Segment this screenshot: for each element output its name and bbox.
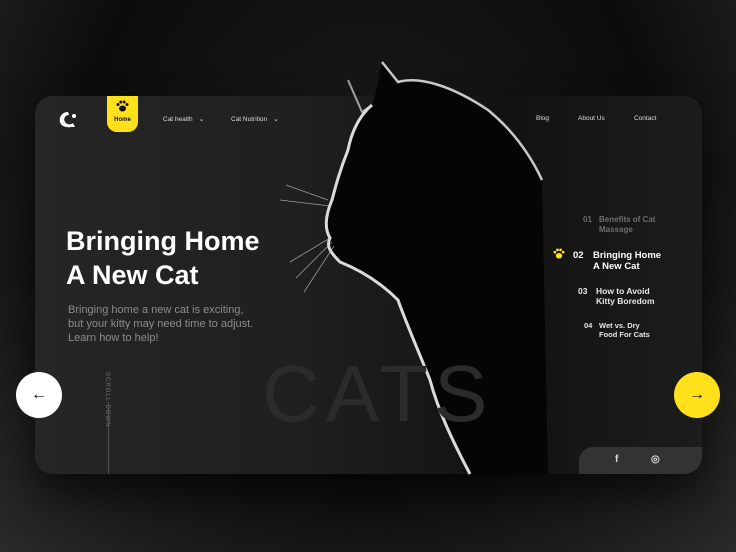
article-number: 03: [578, 286, 588, 296]
cat-logo-icon[interactable]: [57, 110, 79, 130]
nav-cat-nutrition[interactable]: Cat Nutrition ⌄: [231, 115, 279, 123]
instagram-icon[interactable]: ◎: [651, 454, 660, 465]
nav-cat-health[interactable]: Cat health ⌄: [163, 115, 205, 123]
article-title: Bringing Home A New Cat: [593, 250, 662, 272]
article-number: 02: [573, 250, 584, 261]
page-title: Bringing Home A New Cat: [66, 224, 326, 292]
arrow-right-icon: →: [689, 386, 705, 403]
title-line-1: Bringing Home: [66, 226, 260, 256]
nav-about[interactable]: About Us: [578, 115, 605, 122]
hero-subtitle: Bringing home a new cat is exciting, but…: [68, 303, 278, 345]
arrow-left-icon: ←: [31, 386, 47, 403]
background-word: CATS: [262, 349, 494, 438]
article-number: 04: [584, 321, 593, 330]
subtitle-line-2: but your kitty may need time to adjust.: [68, 318, 254, 330]
scroll-down-label[interactable]: SCROLL DOWN: [104, 372, 110, 427]
nav-cat-health-label: Cat health: [163, 116, 193, 123]
subtitle-line-3: Learn how to help!: [68, 332, 159, 344]
next-slide-button[interactable]: →: [674, 372, 720, 418]
title-line-2: A New Cat: [66, 260, 199, 290]
paw-icon: [116, 100, 129, 112]
article-title: Benefits of Cat Massage: [599, 215, 656, 234]
nav-contact[interactable]: Contact: [634, 115, 656, 122]
article-title: Wet vs. Dry Food For Cats: [599, 321, 650, 339]
subtitle-line-1: Bringing home a new cat is exciting,: [68, 304, 244, 316]
nav-blog[interactable]: Blog: [536, 115, 549, 122]
chevron-down-icon: ⌄: [198, 116, 205, 123]
facebook-icon[interactable]: f: [615, 454, 618, 465]
article-number: 01: [583, 215, 592, 224]
article-title: How to Avoid Kitty Boredom: [596, 286, 655, 306]
social-bar: f ◎: [579, 447, 702, 474]
prev-slide-button[interactable]: ←: [16, 372, 62, 418]
chevron-down-icon: ⌄: [273, 116, 279, 123]
nav-home-label: Home: [114, 117, 131, 123]
nav-home-tab[interactable]: Home: [107, 96, 138, 132]
paw-icon: [553, 248, 565, 259]
nav-cat-nutrition-label: Cat Nutrition: [231, 116, 268, 123]
scroll-line: [108, 402, 109, 474]
